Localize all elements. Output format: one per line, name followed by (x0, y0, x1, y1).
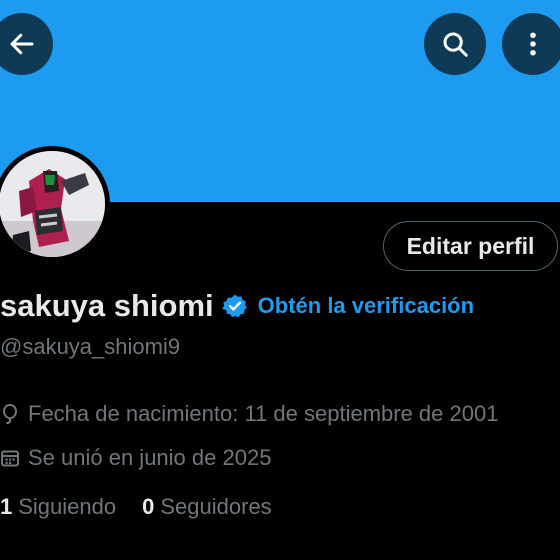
display-name: sakuya shiomi (0, 288, 214, 323)
arrow-left-icon (7, 29, 37, 59)
following-link[interactable]: 1 Siguiendo (0, 494, 116, 520)
more-vertical-icon (518, 29, 548, 59)
more-options-button[interactable] (502, 13, 560, 75)
search-icon (440, 29, 470, 59)
joined-row: Se unió en junio de 2025 (0, 445, 271, 471)
search-button[interactable] (424, 13, 486, 75)
joined-text: Se unió en junio de 2025 (28, 445, 272, 470)
avatar[interactable] (0, 146, 110, 262)
followers-label: Seguidores (160, 494, 272, 519)
profile-handle: @sakuya_shiomi9 (0, 334, 181, 359)
followers-count: 0 (142, 494, 155, 519)
birthdate-row: Fecha de nacimiento: 11 de septiembre de… (0, 401, 498, 427)
edit-profile-button[interactable]: Editar perfil (383, 221, 558, 271)
followers-link[interactable]: 0 Seguidores (142, 494, 272, 520)
following-count: 1 (0, 494, 13, 519)
profile-name-row: sakuya shiomi Obtén la verificación (0, 284, 474, 328)
get-verified-link[interactable]: Obtén la verificación (258, 293, 474, 319)
following-label: Siguiendo (18, 494, 117, 519)
birthdate-text: Fecha de nacimiento: 11 de septiembre de… (28, 401, 499, 426)
verified-badge-icon[interactable] (221, 293, 248, 319)
avatar-image (0, 151, 105, 257)
balloon-icon (2, 403, 18, 424)
follow-stats: 1 Siguiendo 0 Seguidores (0, 494, 272, 520)
calendar-icon (1, 450, 19, 467)
